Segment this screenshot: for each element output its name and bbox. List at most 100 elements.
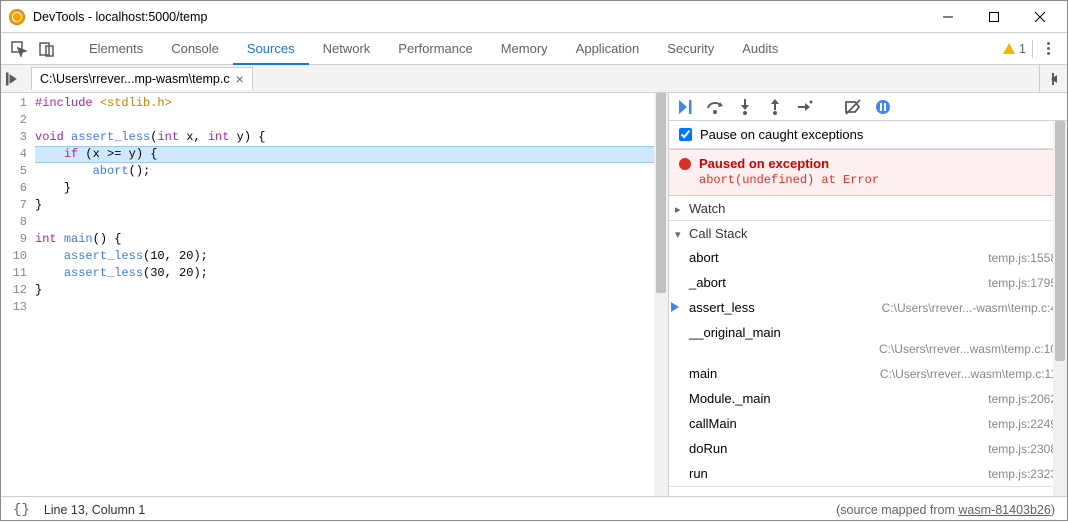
frame-location: temp.js:1795 xyxy=(988,276,1057,290)
deactivate-breakpoints-button[interactable] xyxy=(843,97,863,117)
main-area: 12345678910111213 #include <stdlib.h> voi… xyxy=(1,93,1067,496)
panel-tab-memory[interactable]: Memory xyxy=(487,33,562,64)
panel-tab-network[interactable]: Network xyxy=(309,33,385,64)
resume-button[interactable] xyxy=(675,97,695,117)
paused-banner: Paused on exception abort(undefined) at … xyxy=(669,149,1067,196)
paused-banner-detail: abort(undefined) at Error xyxy=(699,173,1057,187)
window-close-button[interactable] xyxy=(1017,2,1063,32)
panel-tab-application[interactable]: Application xyxy=(562,33,654,64)
code-line[interactable]: #include <stdlib.h> xyxy=(35,95,668,112)
stack-frame[interactable]: abort temp.js:1558 xyxy=(669,245,1067,270)
code-line[interactable]: assert_less(10, 20); xyxy=(35,248,668,265)
callstack-section: Call Stack abort temp.js:1558 _aborttemp.j… xyxy=(669,221,1067,487)
code-line[interactable]: void assert_less(int x, int y) { xyxy=(35,129,668,146)
close-icon[interactable]: × xyxy=(236,72,244,86)
file-tab[interactable]: C:\Users\rrever...mp-wasm\temp.c × xyxy=(31,67,253,90)
window-minimize-button[interactable] xyxy=(925,2,971,32)
code-line[interactable] xyxy=(35,112,668,129)
source-map-link[interactable]: wasm-81403b26 xyxy=(958,503,1050,517)
stack-frame[interactable]: callMain temp.js:2249 xyxy=(669,411,1067,436)
device-toolbar-icon[interactable] xyxy=(35,37,59,61)
debugger-pane: Pause on caught exceptions Paused on exc… xyxy=(669,93,1067,496)
step-over-button[interactable] xyxy=(705,97,725,117)
code-line[interactable]: if (x >= y) { xyxy=(35,146,668,163)
pause-on-caught-checkbox[interactable] xyxy=(679,128,692,141)
file-tab-label: C:\Users\rrever...mp-wasm\temp.c xyxy=(40,72,230,86)
debugger-toolbar xyxy=(669,93,1067,121)
frame-location: temp.js:2323 xyxy=(988,467,1057,481)
frame-location: C:\Users\rrever...wasm\temp.c:11 xyxy=(880,367,1057,381)
inspect-element-icon[interactable] xyxy=(7,37,31,61)
step-button[interactable] xyxy=(795,97,815,117)
frame-name: abort xyxy=(689,250,982,265)
more-options-icon[interactable] xyxy=(1039,42,1057,55)
frame-name: Module._main xyxy=(689,391,982,406)
watch-section[interactable]: Watch xyxy=(669,196,1067,221)
debugger-toggle-icon[interactable] xyxy=(1039,65,1067,92)
line-gutter: 12345678910111213 xyxy=(1,93,35,496)
separator xyxy=(1032,40,1033,58)
frame-location: C:\Users\rrever...wasm\temp.c:10 xyxy=(879,342,1057,356)
pause-on-caught-label: Pause on caught exceptions xyxy=(700,127,863,142)
stack-frame[interactable]: _aborttemp.js:1795 xyxy=(669,270,1067,295)
watch-label: Watch xyxy=(689,201,725,216)
panel-tab-audits[interactable]: Audits xyxy=(728,33,792,64)
frame-location: temp.js:2062 xyxy=(988,392,1057,406)
paused-banner-title: Paused on exception xyxy=(679,156,1057,171)
stack-frame[interactable]: run temp.js:2323 xyxy=(669,461,1067,486)
frame-name: main xyxy=(689,366,874,381)
code-line[interactable] xyxy=(35,214,668,231)
warning-count[interactable]: 1 xyxy=(1003,41,1026,56)
status-bar: {} Line 13, Column 1 (source mapped from… xyxy=(1,496,1067,522)
file-tabs-bar: C:\Users\rrever...mp-wasm\temp.c × xyxy=(1,65,1067,93)
panel-tab-security[interactable]: Security xyxy=(653,33,728,64)
stack-frame[interactable]: __original_main C:\Users\rrever...wasm\te… xyxy=(669,320,1067,361)
window-titlebar: DevTools - localhost:5000/temp xyxy=(1,1,1067,33)
scroll-thumb[interactable] xyxy=(1055,121,1065,361)
stack-frame[interactable]: assert_less C:\Users\rrever...-wasm\temp.… xyxy=(669,295,1067,320)
debugger-scrollbar[interactable] xyxy=(1053,121,1067,496)
frame-location: temp.js:2308 xyxy=(988,442,1057,456)
code-line[interactable] xyxy=(35,299,668,316)
pause-on-exceptions-button[interactable] xyxy=(873,97,893,117)
navigator-toggle-icon[interactable] xyxy=(1,67,25,91)
code-line[interactable]: } xyxy=(35,282,668,299)
frame-location: C:\Users\rrever...-wasm\temp.c:4 xyxy=(882,301,1057,315)
step-into-button[interactable] xyxy=(735,97,755,117)
code-line[interactable]: int main() { xyxy=(35,231,668,248)
code-line[interactable]: assert_less(30, 20); xyxy=(35,265,668,282)
panel-tab-performance[interactable]: Performance xyxy=(384,33,486,64)
panel-tab-elements[interactable]: Elements xyxy=(75,33,157,64)
code-line[interactable]: abort(); xyxy=(35,163,668,180)
panel-tab-console[interactable]: Console xyxy=(157,33,233,64)
frame-name: doRun xyxy=(689,441,982,456)
frame-location: temp.js:1558 xyxy=(988,251,1057,265)
stack-frame[interactable]: doRun temp.js:2308 xyxy=(669,436,1067,461)
source-mapped-info: (source mapped from wasm-81403b26) xyxy=(836,503,1055,517)
stack-frame[interactable]: main C:\Users\rrever...wasm\temp.c:11 xyxy=(669,361,1067,386)
window-maximize-button[interactable] xyxy=(971,2,1017,32)
code-body[interactable]: #include <stdlib.h> void assert_less(int … xyxy=(35,93,668,496)
pretty-print-icon[interactable]: {} xyxy=(13,502,30,518)
frame-location: temp.js:2249 xyxy=(988,417,1057,431)
expand-icon[interactable] xyxy=(675,201,685,216)
frame-name: run xyxy=(689,466,982,481)
cursor-position: Line 13, Column 1 xyxy=(44,503,145,517)
frame-name: assert_less xyxy=(689,300,876,315)
step-out-button[interactable] xyxy=(765,97,785,117)
code-editor[interactable]: 12345678910111213 #include <stdlib.h> voi… xyxy=(1,93,669,496)
callstack-label: Call Stack xyxy=(689,226,748,241)
collapse-icon[interactable] xyxy=(675,226,685,241)
devtools-app-icon xyxy=(9,9,25,25)
pause-on-caught-row[interactable]: Pause on caught exceptions xyxy=(669,121,1067,149)
code-line[interactable]: } xyxy=(35,197,668,214)
code-line[interactable]: } xyxy=(35,180,668,197)
panel-toolbar: ElementsConsoleSourcesNetworkPerformance… xyxy=(1,33,1067,65)
panel-tabs: ElementsConsoleSourcesNetworkPerformance… xyxy=(75,33,1003,64)
scroll-thumb[interactable] xyxy=(656,93,666,293)
panel-tab-sources[interactable]: Sources xyxy=(233,33,309,65)
frame-name: callMain xyxy=(689,416,982,431)
frame-name: __original_main xyxy=(689,325,781,340)
stack-frame[interactable]: Module._main temp.js:2062 xyxy=(669,386,1067,411)
editor-scrollbar[interactable] xyxy=(654,93,668,496)
